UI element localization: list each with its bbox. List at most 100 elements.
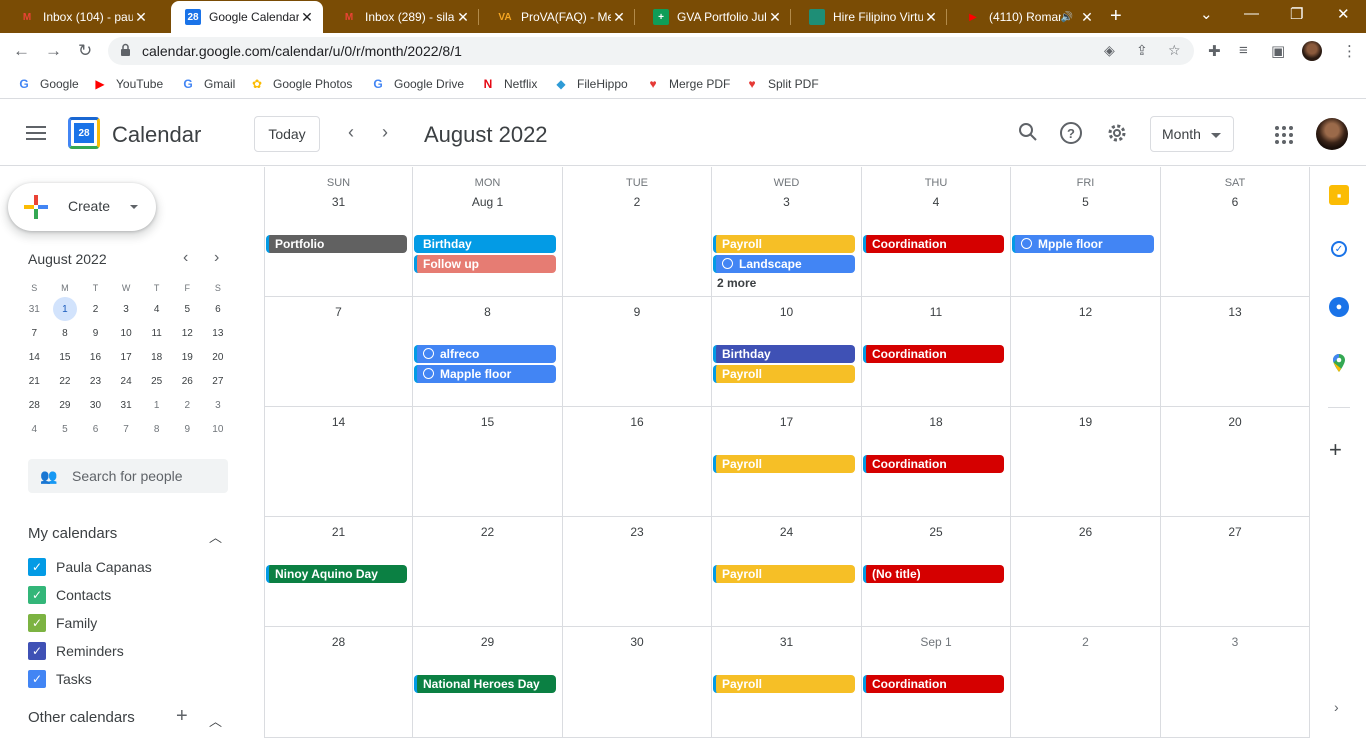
mini-day[interactable]: 3: [111, 297, 142, 321]
day-number[interactable]: 11: [862, 305, 1010, 319]
day-number[interactable]: 16: [563, 415, 711, 429]
bookmark-filehippo[interactable]: ◆ FileHippo: [553, 76, 627, 92]
event-chip[interactable]: National Heroes Day: [414, 675, 556, 693]
close-tab-icon[interactable]: ✕: [1079, 9, 1095, 26]
day-cell[interactable]: 16: [563, 407, 712, 517]
mini-day[interactable]: 10: [111, 321, 142, 345]
forward-icon[interactable]: →: [45, 41, 62, 61]
day-cell[interactable]: THU 4 Coordination: [862, 167, 1011, 297]
search-icon[interactable]: [1018, 122, 1038, 142]
day-cell[interactable]: 23: [563, 517, 712, 627]
day-cell[interactable]: WED 3 Payroll Landscape 2 more: [712, 167, 862, 297]
mini-day[interactable]: 1: [50, 297, 81, 321]
event-chip[interactable]: Payroll: [713, 365, 855, 383]
calendar-checkbox-icon[interactable]: ✓: [28, 558, 46, 576]
get-add-ons-icon[interactable]: +: [1329, 437, 1342, 463]
media-control-icon[interactable]: ≡: [1239, 42, 1248, 59]
bookmark-star-icon[interactable]: ☆: [1168, 42, 1181, 59]
restore-icon[interactable]: ❐: [1290, 5, 1303, 23]
day-number[interactable]: 19: [1011, 415, 1160, 429]
mini-day[interactable]: 23: [80, 369, 111, 393]
day-number[interactable]: 8: [413, 305, 562, 319]
mini-day[interactable]: 26: [172, 369, 203, 393]
my-calendars-title[interactable]: My calendars: [28, 525, 117, 542]
mini-day[interactable]: 9: [80, 321, 111, 345]
event-chip[interactable]: Payroll: [713, 565, 855, 583]
day-number[interactable]: 21: [265, 525, 412, 539]
day-number[interactable]: 29: [413, 635, 562, 649]
mini-day[interactable]: 7: [111, 417, 142, 441]
mini-day[interactable]: 27: [203, 369, 234, 393]
bookmark-google[interactable]: G Google: [16, 76, 78, 92]
day-number[interactable]: 10: [712, 305, 861, 319]
day-cell[interactable]: 15: [413, 407, 563, 517]
browser-tab[interactable]: M Inbox (289) - silar ✕: [327, 3, 479, 31]
close-tab-icon[interactable]: ✕: [299, 9, 315, 26]
day-cell[interactable]: 10 Birthday Payroll: [712, 297, 862, 407]
day-cell[interactable]: 28: [264, 627, 413, 738]
event-chip[interactable]: Payroll: [713, 235, 855, 253]
day-cell[interactable]: 2: [1011, 627, 1161, 738]
mini-day[interactable]: 1: [141, 393, 172, 417]
day-cell[interactable]: 13: [1161, 297, 1310, 407]
day-cell[interactable]: 22: [413, 517, 563, 627]
day-number[interactable]: 2: [563, 195, 711, 209]
close-tab-icon[interactable]: ✕: [455, 9, 471, 26]
bookmark-split-pdf[interactable]: ♥ Split PDF: [744, 76, 818, 92]
other-calendars-title[interactable]: Other calendars: [28, 709, 135, 726]
mini-day[interactable]: 30: [80, 393, 111, 417]
day-number[interactable]: 3: [712, 195, 861, 209]
mini-day[interactable]: 16: [80, 345, 111, 369]
day-number[interactable]: 31: [712, 635, 861, 649]
day-number[interactable]: 25: [862, 525, 1010, 539]
bookmark-merge-pdf[interactable]: ♥ Merge PDF: [645, 76, 730, 92]
event-chip[interactable]: (No title): [863, 565, 1004, 583]
day-cell[interactable]: 26: [1011, 517, 1161, 627]
day-number[interactable]: 27: [1161, 525, 1309, 539]
task-chip[interactable]: alfreco: [414, 345, 556, 363]
day-cell[interactable]: 12: [1011, 297, 1161, 407]
mini-day[interactable]: 4: [141, 297, 172, 321]
calendar-checkbox-icon[interactable]: ✓: [28, 614, 46, 632]
day-number[interactable]: Aug 1: [413, 195, 562, 209]
close-tab-icon[interactable]: ✕: [133, 9, 149, 26]
my-calendar-item[interactable]: ✓ Paula Capanas: [28, 555, 152, 579]
create-button[interactable]: Create: [8, 183, 156, 231]
day-cell[interactable]: 21 Ninoy Aquino Day: [264, 517, 413, 627]
mini-day[interactable]: 31: [111, 393, 142, 417]
browser-menu-icon[interactable]: ⋮: [1342, 42, 1357, 60]
side-panel-icon[interactable]: ▣: [1271, 42, 1285, 60]
day-cell[interactable]: Sep 1 Coordination: [862, 627, 1011, 738]
mini-day[interactable]: 6: [80, 417, 111, 441]
bookmark-google-photos[interactable]: ✿ Google Photos: [249, 76, 352, 92]
main-menu-icon[interactable]: [26, 126, 46, 140]
browser-tab[interactable]: ▶ (4110) Roman 🔊 ✕: [951, 3, 1103, 31]
mini-day[interactable]: 22: [50, 369, 81, 393]
bookmark-google-drive[interactable]: G Google Drive: [370, 76, 464, 92]
day-cell[interactable]: 18 Coordination: [862, 407, 1011, 517]
mini-day[interactable]: 31: [19, 297, 50, 321]
day-number[interactable]: 14: [265, 415, 412, 429]
calendar-checkbox-icon[interactable]: ✓: [28, 586, 46, 604]
my-calendar-item[interactable]: ✓ Contacts: [28, 583, 111, 607]
collapse-other-calendars-icon[interactable]: ︿: [209, 711, 222, 730]
view-switcher-button[interactable]: Month: [1150, 116, 1234, 152]
browser-profile-avatar[interactable]: [1302, 41, 1322, 61]
next-period-icon[interactable]: ›: [382, 122, 388, 143]
mini-day[interactable]: 6: [203, 297, 234, 321]
mini-day[interactable]: 14: [19, 345, 50, 369]
maps-icon[interactable]: [1329, 353, 1349, 373]
mini-day[interactable]: 9: [172, 417, 203, 441]
browser-tab[interactable]: Hire Filipino Virtu ✕: [795, 3, 947, 31]
day-cell[interactable]: TUE 2: [563, 167, 712, 297]
mini-day[interactable]: 5: [172, 297, 203, 321]
event-chip[interactable]: Coordination: [863, 455, 1004, 473]
event-chip[interactable]: Portfolio: [266, 235, 407, 253]
mini-day[interactable]: 2: [172, 393, 203, 417]
day-cell[interactable]: 14: [264, 407, 413, 517]
bookmark-gmail[interactable]: G Gmail: [180, 76, 235, 92]
mini-day[interactable]: 8: [50, 321, 81, 345]
mini-day[interactable]: 29: [50, 393, 81, 417]
mini-day[interactable]: 20: [203, 345, 234, 369]
event-chip[interactable]: Birthday: [713, 345, 855, 363]
